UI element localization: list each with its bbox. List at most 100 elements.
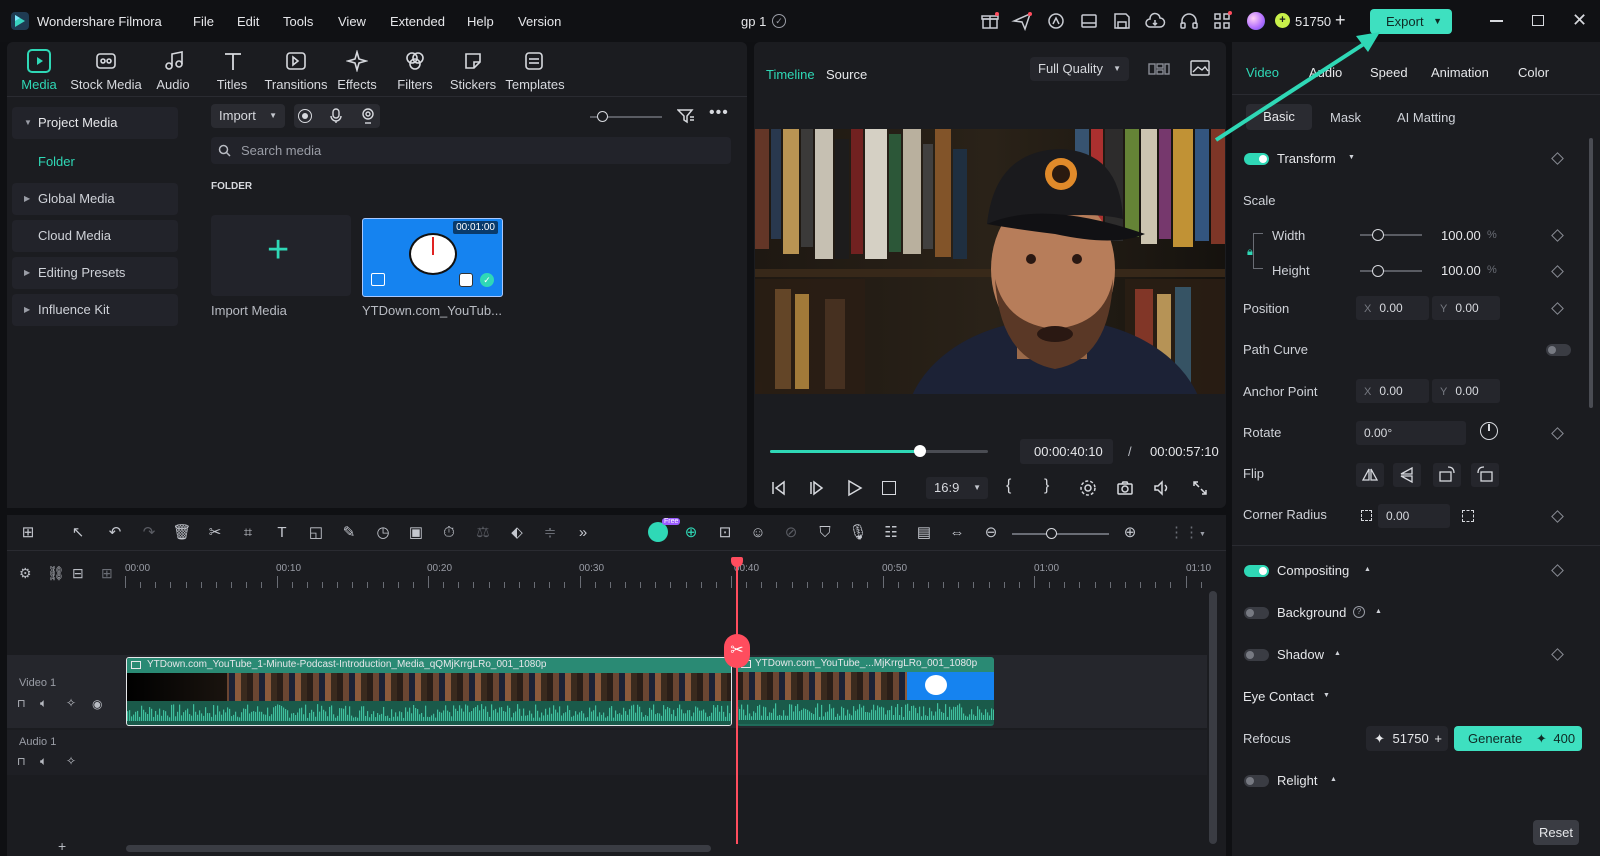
caret-down-icon[interactable]: ▼ (1348, 154, 1355, 161)
caret-up-icon[interactable]: ▲ (1375, 608, 1382, 615)
audio-wave-icon[interactable]: ▣ (405, 522, 427, 544)
insert-icon[interactable]: ⊡ (714, 522, 736, 544)
tab-animation[interactable]: Animation (1431, 65, 1489, 80)
layout-icon[interactable] (1078, 10, 1100, 32)
close-icon[interactable]: ✕ (1572, 10, 1587, 31)
transform-toggle[interactable] (1244, 153, 1269, 165)
grid-view-icon[interactable] (1147, 60, 1171, 78)
mark-in-icon[interactable]: { (1006, 477, 1011, 495)
media-clip-thumbnail[interactable]: 00:01:00 ✓ (362, 218, 503, 297)
send-icon[interactable] (1011, 10, 1033, 32)
add-track-icon[interactable]: ⊞ (101, 565, 113, 582)
fullscreen-icon[interactable] (1191, 479, 1209, 497)
anchor-x-field[interactable]: X 0.00 (1356, 379, 1429, 403)
headset-support-icon[interactable] (1045, 10, 1067, 32)
menu-view[interactable]: View (338, 14, 366, 29)
caret-down-icon[interactable]: ▼ (1323, 692, 1330, 699)
track-link-icon[interactable]: ⊟ (72, 565, 84, 582)
menu-extended[interactable]: Extended (390, 14, 445, 29)
volume-icon[interactable] (1153, 479, 1171, 497)
keyframe-tag-icon[interactable]: ⬖ (506, 522, 528, 544)
reset-button[interactable]: Reset (1533, 820, 1579, 845)
snap-icon[interactable]: ⊕ (680, 522, 702, 544)
redo-icon[interactable]: ↷ (138, 522, 160, 544)
subtab-ai-matting[interactable]: AI Matting (1397, 110, 1456, 125)
shapes-icon[interactable]: ◱ (305, 522, 327, 544)
link-icon[interactable]: ⊘ (780, 522, 802, 544)
sidebar-item-editing-presets[interactable]: ▶ Editing Presets (12, 257, 178, 289)
rotate-right-icon[interactable] (1433, 463, 1461, 487)
webcam-icon[interactable] (361, 108, 375, 124)
lock-icon[interactable]: 🔒︎ (1247, 246, 1253, 259)
record-icon[interactable] (298, 109, 312, 123)
path-curve-toggle[interactable] (1546, 344, 1571, 356)
track-volume-icon[interactable]: 🔈︎ (40, 696, 47, 711)
gift-icon[interactable] (979, 10, 1001, 32)
import-media-tile[interactable]: + (211, 215, 351, 296)
video-clip-1[interactable]: YTDown.com_YouTube_1-Minute-Podcast-Intr… (126, 657, 732, 726)
timeline-horizontal-scrollbar[interactable] (126, 845, 711, 852)
compositing-toggle[interactable] (1244, 565, 1269, 577)
menu-file[interactable]: File (193, 14, 214, 29)
slider-handle[interactable] (597, 111, 608, 122)
help-icon[interactable]: ? (1353, 606, 1365, 618)
play-icon[interactable] (845, 479, 863, 497)
position-y-field[interactable]: Y 0.00 (1432, 296, 1500, 320)
track-lock-icon[interactable]: ⊓ (17, 697, 26, 710)
filter-icon[interactable] (677, 108, 695, 124)
quality-dropdown[interactable]: Full Quality ▼ (1030, 57, 1129, 81)
width-value[interactable]: 100.00 (1441, 228, 1481, 243)
paint-icon[interactable]: ✎ (338, 522, 360, 544)
height-value[interactable]: 100.00 (1441, 263, 1481, 278)
corner-expand-icon[interactable] (1462, 510, 1474, 522)
sidebar-item-project-media[interactable]: ▼ Project Media (12, 107, 178, 139)
caret-up-icon[interactable]: ▲ (1334, 650, 1341, 657)
delete-icon[interactable]: 🗑︎ (171, 522, 193, 544)
stop-icon[interactable] (882, 481, 896, 495)
render-settings-icon[interactable] (1079, 479, 1097, 497)
track-volume-icon[interactable]: 🔈︎ (40, 754, 47, 769)
chevron-down-icon[interactable]: ▼ (1199, 531, 1206, 538)
video-clip-2[interactable]: YTDown.com_YouTube_...MjKrrgLRo_001_1080… (737, 657, 994, 726)
width-slider-handle[interactable] (1372, 229, 1384, 241)
caret-up-icon[interactable]: ▲ (1330, 776, 1337, 783)
camera-snapshot-icon[interactable] (1116, 479, 1134, 497)
timeline-settings-icon[interactable]: ⚙ (19, 565, 32, 582)
microphone-record-icon[interactable]: 🎙︎ (847, 522, 869, 544)
sticker-ai-icon[interactable]: ☺ (747, 522, 769, 544)
menu-help[interactable]: Help (467, 14, 494, 29)
generate-button[interactable]: Generate ✦ 400 (1454, 726, 1582, 751)
flip-vertical-icon[interactable] (1393, 463, 1421, 487)
color-match-icon[interactable]: ⚖︎ (472, 522, 494, 544)
more-options-icon[interactable]: ••• (709, 104, 729, 122)
tab-timeline[interactable]: Timeline (766, 67, 815, 82)
snapshot-image-icon[interactable] (1189, 59, 1211, 77)
cloud-icon[interactable] (1144, 10, 1166, 32)
unlink-icon[interactable]: ⛓︎ (47, 565, 65, 582)
search-media-field[interactable]: Search media (211, 137, 731, 164)
add-track-plus-icon[interactable]: + (58, 838, 66, 854)
speed-icon[interactable]: ◷ (372, 522, 394, 544)
track-lock-icon[interactable]: ⊓ (17, 755, 26, 768)
anchor-y-field[interactable]: Y 0.00 (1432, 379, 1500, 403)
tab-color[interactable]: Color (1518, 65, 1549, 80)
flip-horizontal-icon[interactable] (1356, 463, 1384, 487)
refocus-credits-pill[interactable]: ✦ 51750 + (1366, 726, 1448, 751)
track-eye-icon[interactable]: ◉ (92, 697, 102, 711)
zoom-slider[interactable] (1012, 533, 1109, 535)
more-chevrons-icon[interactable]: » (572, 522, 594, 544)
headphones-icon[interactable] (1178, 10, 1200, 32)
text-icon[interactable]: T (271, 522, 293, 544)
aspect-ratio-dropdown[interactable]: 16:9 ▼ (926, 477, 988, 499)
relight-toggle[interactable] (1244, 775, 1269, 787)
minimize-icon[interactable] (1490, 20, 1503, 22)
height-slider-handle[interactable] (1372, 265, 1384, 277)
sidebar-item-influence-kit[interactable]: ▶ Influence Kit (12, 294, 178, 326)
width-slider[interactable] (1360, 234, 1422, 236)
mixer-icon[interactable]: ☷ (880, 522, 902, 544)
import-dropdown[interactable]: Import ▼ (211, 104, 285, 128)
height-slider[interactable] (1360, 270, 1422, 272)
zoom-in-icon[interactable]: ⊕ (1119, 522, 1141, 544)
track-options-icon[interactable]: ⋮⋮ (1169, 522, 1199, 544)
sidebar-item-global-media[interactable]: ▶ Global Media (12, 183, 178, 215)
